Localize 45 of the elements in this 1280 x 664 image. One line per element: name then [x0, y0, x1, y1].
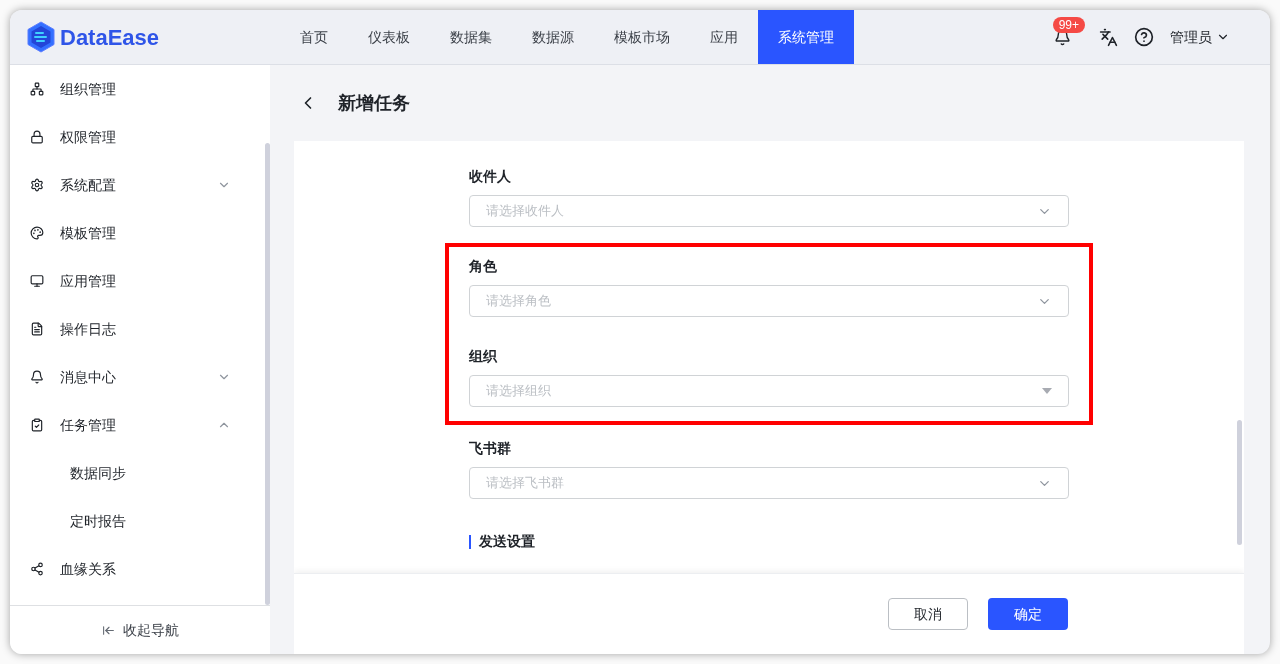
share-nodes-icon [30, 562, 44, 576]
sidebar-item[interactable]: 系统配置 [10, 161, 263, 209]
sidebar-item[interactable]: 操作日志 [10, 305, 263, 353]
field-label: 收件人 [469, 167, 512, 186]
nav-tab[interactable]: 系统管理 [758, 10, 854, 64]
sidebar-item[interactable]: 应用管理 [10, 257, 263, 305]
cancel-button[interactable]: 取消 [888, 598, 968, 630]
field-label: 飞书群 [469, 439, 512, 458]
collapse-nav-button[interactable]: 收起导航 [10, 605, 270, 654]
notification-badge: 99+ [1052, 16, 1085, 33]
sidebar-item[interactable]: 消息中心 [10, 353, 263, 401]
field-label: 角色 [469, 257, 498, 276]
org-chart-icon [30, 82, 44, 96]
sidebar-item[interactable]: 组织管理 [10, 65, 263, 113]
help-icon[interactable] [1134, 27, 1154, 47]
nav-tab[interactable]: 首页 [280, 10, 348, 64]
sidebar-item[interactable]: 权限管理 [10, 113, 263, 161]
sidebar-item[interactable]: 模板管理 [10, 209, 263, 257]
scrollbar[interactable] [1237, 420, 1242, 545]
palette-icon [30, 226, 44, 240]
logo-icon [26, 21, 56, 53]
logo-text: DataEase [60, 23, 160, 52]
page-title: 新增任务 [338, 91, 410, 115]
translate-icon[interactable] [1099, 27, 1118, 47]
user-menu[interactable]: 管理员 [1170, 26, 1230, 48]
submenu-item[interactable]: 定时报告 [10, 497, 263, 545]
nav-tab[interactable]: 数据源 [512, 10, 594, 64]
nav-tab[interactable]: 模板市场 [594, 10, 690, 64]
nav-tab[interactable]: 数据集 [430, 10, 512, 64]
sidebar-item[interactable]: 血缘关系 [10, 545, 263, 593]
field-label: 组织 [469, 347, 498, 366]
nav-tab[interactable]: 仪表板 [348, 10, 430, 64]
nav-tab[interactable]: 应用 [690, 10, 758, 64]
submenu-item[interactable]: 数据同步 [10, 449, 263, 497]
document-icon [30, 322, 44, 336]
monitor-icon [30, 274, 44, 288]
scrollbar[interactable] [265, 143, 270, 605]
section-heading: 发送设置 [479, 532, 535, 551]
bell-icon [30, 370, 44, 384]
clipboard-icon [30, 418, 44, 432]
sidebar-item[interactable]: 任务管理 [10, 401, 263, 449]
confirm-button[interactable]: 确定 [988, 598, 1068, 630]
gear-icon [30, 178, 44, 192]
collapse-icon [101, 623, 115, 637]
lock-icon [30, 130, 44, 144]
